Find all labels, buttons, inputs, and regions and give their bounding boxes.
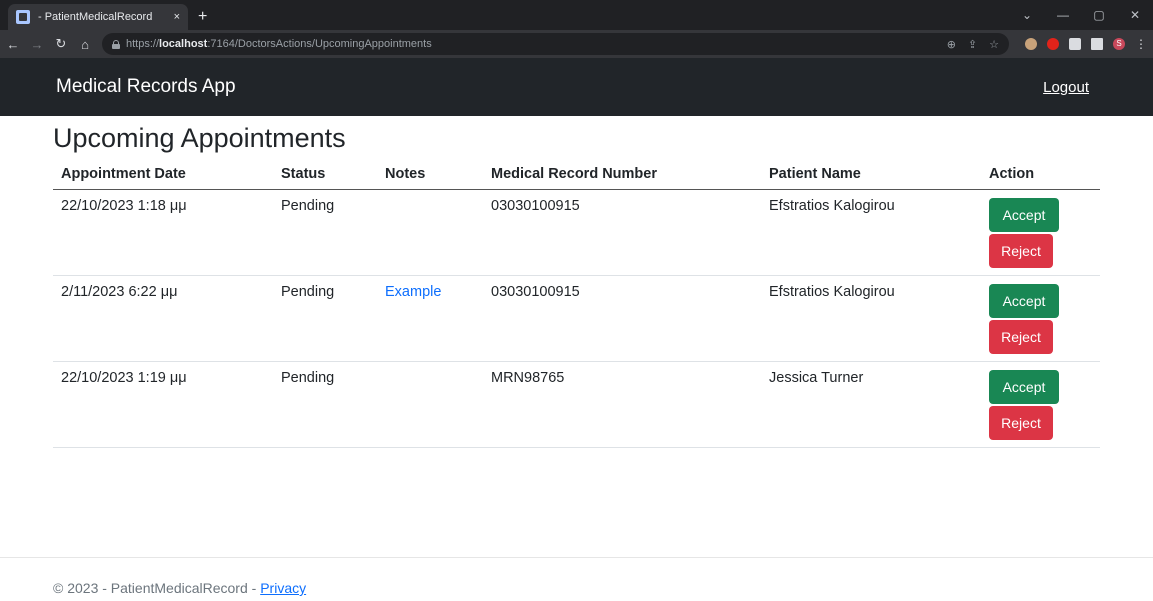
app-navbar: Medical Records App Logout	[0, 58, 1153, 116]
cell-action: Accept Reject	[981, 361, 1100, 448]
cell-medical-record-number: MRN98765	[483, 361, 761, 448]
window-controls: ⌄ — ▢ ✕	[1009, 0, 1153, 30]
extensions-puzzle-icon[interactable]	[1069, 38, 1081, 50]
share-icon[interactable]: ⇪	[968, 38, 977, 51]
reject-button[interactable]: Reject	[989, 234, 1053, 268]
navbar-brand[interactable]: Medical Records App	[56, 76, 236, 98]
page-title: Upcoming Appointments	[53, 123, 346, 153]
table-header-row: Appointment Date Status Notes Medical Re…	[53, 158, 1100, 190]
browser-menu-icon[interactable]: ⋮	[1135, 37, 1147, 51]
side-panel-icon[interactable]	[1091, 38, 1103, 50]
extension-icon[interactable]	[1047, 38, 1059, 50]
header-action: Action	[981, 158, 1100, 190]
table-row: 22/10/2023 1:18 μμ Pending 03030100915 E…	[53, 189, 1100, 276]
cell-patient-name: Efstratios Kalogirou	[761, 275, 981, 362]
close-window-icon[interactable]: ✕	[1117, 8, 1153, 22]
appointments-table: Appointment Date Status Notes Medical Re…	[53, 158, 1100, 448]
browser-tab-strip: - PatientMedicalRecord × + ⌄ — ▢ ✕	[0, 0, 1153, 30]
footer-copyright: © 2023 - PatientMedicalRecord -	[53, 580, 261, 596]
privacy-link[interactable]: Privacy	[260, 580, 306, 596]
accept-button[interactable]: Accept	[989, 370, 1059, 404]
tab-close-icon[interactable]: ×	[174, 11, 180, 23]
header-status: Status	[273, 158, 377, 190]
table-row: 22/10/2023 1:19 μμ Pending MRN98765 Jess…	[53, 361, 1100, 448]
bookmark-star-icon[interactable]: ☆	[989, 38, 999, 51]
cell-status: Pending	[273, 275, 377, 362]
cell-medical-record-number: 03030100915	[483, 189, 761, 276]
cell-medical-record-number: 03030100915	[483, 275, 761, 362]
reject-button[interactable]: Reject	[989, 406, 1053, 440]
cell-action: Accept Reject	[981, 275, 1100, 362]
page-footer: © 2023 - PatientMedicalRecord - Privacy	[0, 557, 1153, 596]
page-favicon-icon	[16, 10, 30, 24]
browser-tab[interactable]: - PatientMedicalRecord ×	[8, 4, 188, 30]
header-appointment-date: Appointment Date	[53, 158, 273, 190]
cell-appointment-date: 2/11/2023 6:22 μμ	[53, 275, 273, 362]
accept-button[interactable]: Accept	[989, 198, 1059, 232]
header-medical-record-number: Medical Record Number	[483, 158, 761, 190]
main-content: Upcoming Appointments Appointment Date S…	[0, 118, 1153, 448]
logout-link[interactable]: Logout	[1043, 79, 1089, 96]
url-text: https://localhost:7164/DoctorsActions/Up…	[126, 38, 432, 50]
tab-title: - PatientMedicalRecord	[38, 11, 153, 23]
browser-toolbar: ← → ↻ ⌂ https://localhost:7164/DoctorsAc…	[0, 30, 1153, 58]
address-bar[interactable]: https://localhost:7164/DoctorsActions/Up…	[102, 33, 1009, 55]
lock-icon[interactable]	[112, 39, 120, 49]
forward-icon[interactable]: →	[30, 37, 44, 52]
minimize-icon[interactable]: —	[1045, 8, 1081, 22]
table-row: 2/11/2023 6:22 μμ Pending Example 030301…	[53, 275, 1100, 362]
tab-search-icon[interactable]: ⌄	[1009, 8, 1045, 22]
restore-icon[interactable]: ▢	[1081, 8, 1117, 22]
home-icon[interactable]: ⌂	[78, 37, 92, 52]
header-patient-name: Patient Name	[761, 158, 981, 190]
header-notes: Notes	[377, 158, 483, 190]
cell-notes	[377, 189, 483, 276]
cell-appointment-date: 22/10/2023 1:18 μμ	[53, 189, 273, 276]
cell-appointment-date: 22/10/2023 1:19 μμ	[53, 361, 273, 448]
cell-patient-name: Efstratios Kalogirou	[761, 189, 981, 276]
cell-patient-name: Jessica Turner	[761, 361, 981, 448]
accept-button[interactable]: Accept	[989, 284, 1059, 318]
cell-notes: Example	[377, 275, 483, 362]
zoom-icon[interactable]: ⊕	[947, 38, 956, 51]
reload-icon[interactable]: ↻	[54, 36, 68, 52]
back-icon[interactable]: ←	[6, 37, 20, 52]
cell-notes	[377, 361, 483, 448]
profile-avatar[interactable]: S	[1113, 38, 1125, 50]
cell-status: Pending	[273, 189, 377, 276]
notes-link[interactable]: Example	[385, 284, 441, 300]
new-tab-icon[interactable]: +	[198, 8, 207, 26]
cell-status: Pending	[273, 361, 377, 448]
cell-action: Accept Reject	[981, 189, 1100, 276]
extension-icon[interactable]	[1025, 38, 1037, 50]
reject-button[interactable]: Reject	[989, 320, 1053, 354]
